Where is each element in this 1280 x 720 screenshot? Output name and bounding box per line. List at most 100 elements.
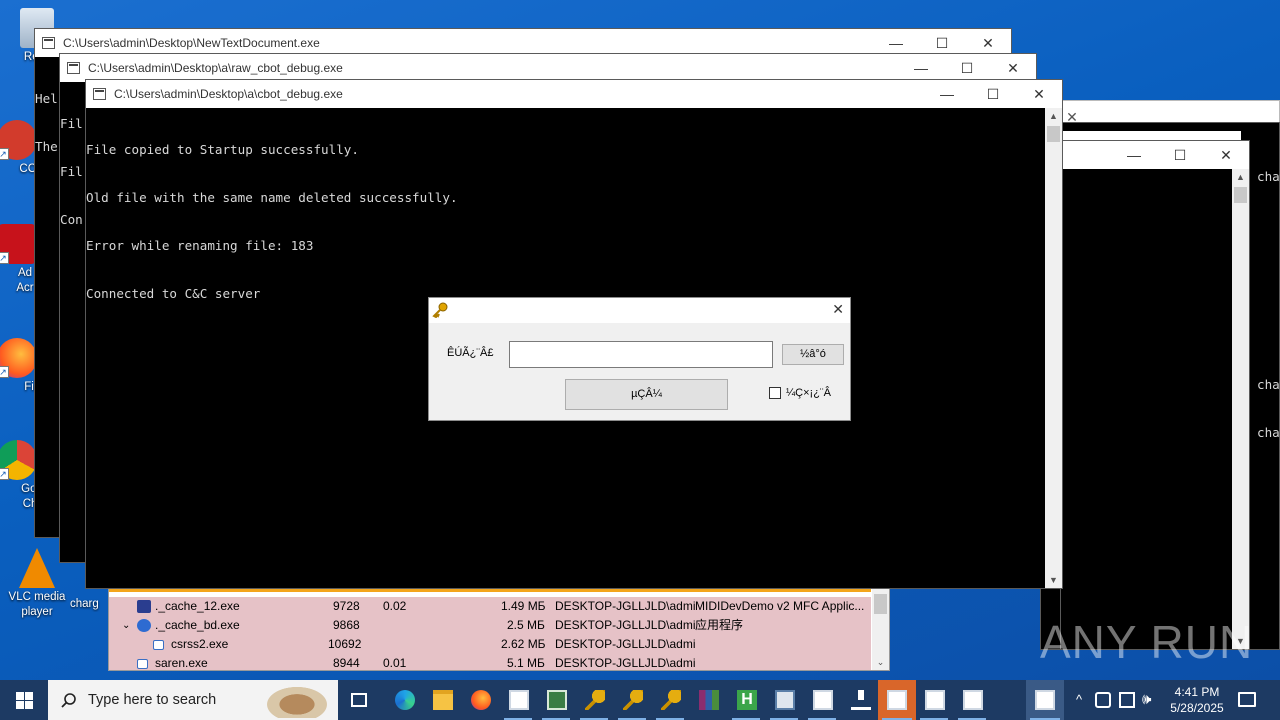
login-dialog[interactable]: ✕ ÊÚÃ¿¨Â£ ½â°ó µÇÂ¼ ¼Ç×¡¿¨Â — [428, 297, 851, 421]
chevron-down-icon[interactable]: ⌄ — [122, 616, 130, 635]
search-placeholder: Type here to search — [88, 692, 217, 708]
window-app-icon — [963, 690, 983, 710]
speaker-icon[interactable]: 🕪 — [1142, 680, 1151, 720]
search-icon — [61, 693, 76, 708]
network-icon[interactable] — [1119, 692, 1135, 708]
close-button[interactable]: ✕ — [1203, 141, 1249, 169]
start-button[interactable] — [4, 680, 44, 720]
taskbar-window-5[interactable] — [954, 680, 990, 720]
taskbar-key-app-1[interactable] — [576, 680, 612, 720]
close-button[interactable]: ✕ — [832, 301, 844, 318]
clock-time: 4:41 PM — [1174, 685, 1220, 699]
window-titlebar[interactable]: C:\Users\admin\Desktop\a\raw_cbot_debug.… — [60, 54, 1036, 82]
maximize-button[interactable]: ☐ — [1157, 141, 1203, 169]
vertical-scrollbar[interactable]: ⌄ — [872, 584, 889, 670]
key-icon — [623, 690, 643, 710]
login-button[interactable]: µÇÂ¼ — [565, 379, 728, 410]
table-row[interactable]: ._cache_12.exe 9728 0.02 1.49 МБ DESKTOP… — [109, 597, 871, 616]
vertical-scrollbar[interactable]: ▲ ▼ — [1232, 169, 1249, 649]
notification-icon[interactable] — [1238, 692, 1256, 707]
scroll-up-icon[interactable]: ▲ — [1045, 108, 1062, 124]
window-app-icon — [925, 690, 945, 710]
maximize-button[interactable]: ☐ — [944, 54, 990, 82]
process-icon — [137, 659, 148, 669]
folder-icon — [433, 690, 453, 710]
console-line: cha — [1257, 377, 1280, 392]
close-button[interactable]: ✕ — [1016, 80, 1062, 108]
process-pid: 8944 — [333, 656, 360, 670]
taskbar-file-explorer[interactable] — [424, 680, 460, 720]
taskbar-key-app-3[interactable] — [652, 680, 688, 720]
console-line: cha — [1257, 169, 1280, 184]
taskbar-window-4[interactable] — [916, 680, 952, 720]
search-highlight-otter-icon — [262, 684, 332, 718]
table-row[interactable]: saren.exe 8944 0.01 5.1 МБ DESKTOP-JGLLJ… — [109, 654, 871, 670]
scroll-down-icon[interactable]: ▼ — [1045, 572, 1062, 588]
taskbar-hex-editor[interactable]: H — [728, 680, 764, 720]
desktop-icon-label: VLC media player — [8, 591, 66, 618]
console-output: File copied to Startup successfully. Old… — [86, 110, 458, 334]
remember-checkbox[interactable] — [769, 387, 781, 399]
console-app-icon — [93, 88, 106, 100]
hex-editor-h-icon: H — [737, 690, 757, 710]
clock[interactable]: 4:41 PM 5/28/2025 — [1166, 684, 1228, 716]
dialog-titlebar[interactable]: ✕ — [429, 298, 850, 323]
checkbox-label: ¼Ç×¡¿¨Â — [786, 387, 831, 399]
taskbar-window-active[interactable] — [878, 680, 916, 720]
network-device-icon[interactable] — [1095, 692, 1111, 708]
taskbar-window-3[interactable] — [804, 680, 840, 720]
key-input[interactable] — [509, 341, 773, 368]
scroll-thumb[interactable] — [874, 594, 887, 614]
taskbar-winrar[interactable] — [690, 680, 726, 720]
taskbar-window-2[interactable] — [538, 680, 574, 720]
console-line: Connected to C&C server — [86, 286, 261, 301]
window-titlebar[interactable]: C:\Users\admin\Desktop\a\cbot_debug.exe … — [86, 80, 1062, 108]
monitor-app-icon — [547, 690, 567, 710]
window-title: C:\Users\admin\Desktop\a\raw_cbot_debug.… — [88, 61, 343, 75]
taskbar-firefox[interactable] — [462, 680, 498, 720]
process-user: DESKTOP-JGLLJLD\admi — [555, 599, 696, 613]
window-app-icon — [887, 690, 907, 710]
scroll-up-icon[interactable]: ▲ — [1232, 169, 1249, 185]
minimize-button[interactable]: — — [924, 80, 970, 108]
task-view-icon — [351, 693, 367, 707]
minimize-button[interactable]: — — [898, 54, 944, 82]
table-row[interactable]: csrss2.exe 10692 2.62 МБ DESKTOP-JGLLJLD… — [109, 635, 871, 654]
taskbar: Type here to search H ^ 🕪 4:41 PM 5/28/2… — [0, 680, 1280, 720]
key-icon — [432, 302, 448, 318]
taskbar-key-app-2[interactable] — [614, 680, 650, 720]
chevron-up-icon[interactable]: ^ — [1070, 680, 1088, 720]
clock-date: 5/28/2025 — [1170, 701, 1224, 715]
taskbar-search-box[interactable]: Type here to search — [48, 680, 338, 720]
taskbar-downloads[interactable] — [842, 680, 878, 720]
desktop-icon-label: charg — [70, 598, 99, 610]
close-button[interactable]: ✕ — [990, 54, 1036, 82]
task-view-button[interactable] — [341, 680, 377, 720]
process-name: ._cache_bd.exe — [155, 618, 240, 632]
process-icon — [153, 640, 164, 650]
minimize-button[interactable]: — — [1111, 141, 1157, 169]
taskbar-edge[interactable] — [386, 680, 422, 720]
console-window-background-2[interactable]: — ☐ ✕ ▲ ▼ — [1060, 140, 1250, 650]
console-app-icon — [67, 62, 80, 74]
task-manager-process-list[interactable]: ._cache_12.exe 9728 0.02 1.49 МБ DESKTOP… — [108, 583, 890, 671]
chrome-icon: ↗ — [0, 440, 37, 480]
maximize-button[interactable]: ☐ — [970, 80, 1016, 108]
process-memory: 2.5 МБ — [507, 618, 545, 632]
scroll-thumb[interactable] — [1234, 187, 1247, 203]
scroll-thumb[interactable] — [1047, 126, 1060, 142]
table-row[interactable]: ⌄ ._cache_bd.exe 9868 2.5 МБ DESKTOP-JGL… — [109, 616, 871, 635]
taskbar-process-tool[interactable] — [766, 680, 802, 720]
ccleaner-icon: ↗ — [0, 120, 37, 160]
scroll-down-icon[interactable]: ⌄ — [872, 654, 889, 670]
desktop-icon-charg[interactable]: charg — [70, 597, 110, 612]
process-name: saren.exe — [155, 656, 208, 670]
process-memory: 2.62 МБ — [501, 637, 546, 651]
window-titlebar[interactable]: — ☐ ✕ — [1061, 141, 1249, 169]
vertical-scrollbar[interactable]: ▲ ▼ — [1045, 108, 1062, 588]
taskbar-window-1[interactable] — [500, 680, 536, 720]
browse-button[interactable]: ½â°ó — [782, 344, 844, 365]
window-app-icon — [813, 690, 833, 710]
field-label: ÊÚÃ¿¨Â£ — [447, 347, 494, 359]
taskbar-window-6[interactable] — [1026, 680, 1064, 720]
